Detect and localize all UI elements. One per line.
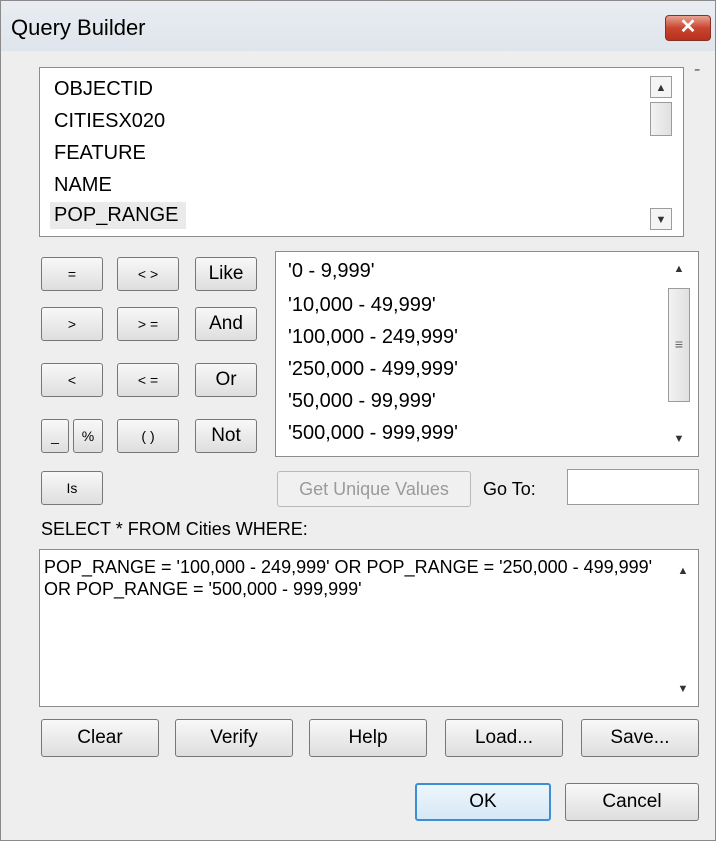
field-item[interactable]: FEATURE bbox=[54, 142, 146, 165]
scroll-up-icon[interactable]: ▲ bbox=[650, 76, 672, 98]
field-item[interactable]: CITIESX020 bbox=[54, 110, 165, 133]
load-button[interactable]: Load... bbox=[445, 719, 563, 757]
ok-button[interactable]: OK bbox=[415, 783, 551, 821]
where-clause-text[interactable]: POP_RANGE = '100,000 - 249,999' OR POP_R… bbox=[44, 556, 654, 600]
goto-input[interactable] bbox=[567, 469, 699, 505]
equals-button[interactable]: = bbox=[41, 257, 103, 291]
fields-scrollbar[interactable]: ▲ ▼ bbox=[650, 76, 674, 230]
where-scrollbar[interactable]: ▲ ▼ bbox=[672, 556, 696, 700]
scroll-grip-icon: ≡ bbox=[674, 336, 684, 352]
scroll-down-icon[interactable]: ▼ bbox=[668, 428, 690, 450]
scroll-thumb[interactable]: ≡ bbox=[668, 288, 690, 402]
value-item[interactable]: '10,000 - 49,999' bbox=[288, 294, 436, 317]
verify-button[interactable]: Verify bbox=[175, 719, 293, 757]
cancel-button[interactable]: Cancel bbox=[565, 783, 699, 821]
parentheses-button[interactable]: ( ) bbox=[117, 419, 179, 453]
field-item[interactable]: OBJECTID bbox=[54, 78, 153, 101]
underscore-wildcard-button[interactable]: _ bbox=[41, 419, 69, 453]
value-item[interactable]: '500,000 - 999,999' bbox=[288, 422, 458, 445]
close-button[interactable]: ✕ bbox=[665, 15, 711, 41]
field-item[interactable]: NAME bbox=[54, 174, 112, 197]
less-than-button[interactable]: < bbox=[41, 363, 103, 397]
title-bar[interactable]: Query Builder ✕ bbox=[1, 1, 715, 51]
close-icon: ✕ bbox=[679, 16, 697, 38]
window-title: Query Builder bbox=[11, 15, 146, 40]
field-item-selected[interactable]: POP_RANGE bbox=[50, 202, 187, 229]
not-button[interactable]: Not bbox=[195, 419, 257, 453]
less-equal-button[interactable]: < = bbox=[117, 363, 179, 397]
clear-button[interactable]: Clear bbox=[41, 719, 159, 757]
value-item[interactable]: '50,000 - 99,999' bbox=[288, 390, 436, 413]
query-builder-dialog: Query Builder ✕ ⁼ OBJECTID CITIESX020 FE… bbox=[0, 0, 716, 841]
save-button[interactable]: Save... bbox=[581, 719, 699, 757]
value-item[interactable]: '100,000 - 249,999' bbox=[288, 326, 458, 349]
unique-values-list[interactable]: '0 - 9,999' '10,000 - 49,999' '100,000 -… bbox=[275, 251, 699, 457]
goto-label: Go To: bbox=[483, 479, 536, 499]
where-clause-textbox[interactable]: POP_RANGE = '100,000 - 249,999' OR POP_R… bbox=[39, 549, 699, 707]
is-button[interactable]: Is bbox=[41, 471, 103, 505]
scroll-up-icon[interactable]: ▲ bbox=[668, 258, 690, 280]
like-button[interactable]: Like bbox=[195, 257, 257, 291]
select-statement-label: SELECT * FROM Cities WHERE: bbox=[41, 519, 308, 539]
greater-than-button[interactable]: > bbox=[41, 307, 103, 341]
or-button[interactable]: Or bbox=[195, 363, 257, 397]
scroll-up-icon[interactable]: ▲ bbox=[672, 560, 694, 582]
value-item[interactable]: '0 - 9,999' bbox=[288, 260, 375, 283]
scroll-down-icon[interactable]: ▼ bbox=[672, 678, 694, 700]
scroll-thumb[interactable] bbox=[650, 102, 672, 136]
options-menu-icon[interactable]: ⁼ bbox=[694, 65, 700, 79]
values-scrollbar[interactable]: ▲ ≡ ▼ bbox=[668, 258, 692, 450]
get-unique-values-button[interactable]: Get Unique Values bbox=[277, 471, 471, 507]
scroll-down-icon[interactable]: ▼ bbox=[650, 208, 672, 230]
value-item[interactable]: '250,000 - 499,999' bbox=[288, 358, 458, 381]
not-equal-button[interactable]: < > bbox=[117, 257, 179, 291]
greater-equal-button[interactable]: > = bbox=[117, 307, 179, 341]
help-button[interactable]: Help bbox=[309, 719, 427, 757]
fields-list[interactable]: OBJECTID CITIESX020 FEATURE NAME POP_RAN… bbox=[39, 67, 684, 237]
and-button[interactable]: And bbox=[195, 307, 257, 341]
percent-wildcard-button[interactable]: % bbox=[73, 419, 103, 453]
